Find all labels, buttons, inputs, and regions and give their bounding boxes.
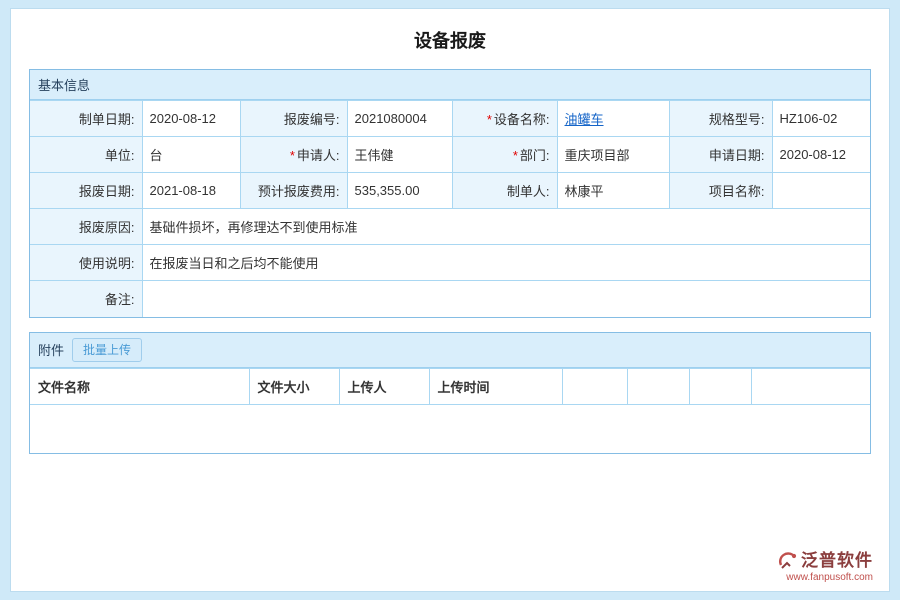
required-asterisk: * bbox=[290, 148, 295, 163]
field-create-date-label: 制单日期: bbox=[30, 101, 142, 137]
basic-info-table: 制单日期: 2020-08-12 报废编号: 2021080004 *设备名称:… bbox=[30, 100, 870, 317]
field-label: 报废原因: bbox=[79, 220, 135, 235]
field-applicant-value: 王伟健 bbox=[347, 137, 452, 173]
attachments-header-row: 文件名称 文件大小 上传人 上传时间 bbox=[30, 368, 870, 404]
field-scrap-date-value: 2021-08-18 bbox=[142, 173, 240, 209]
brand-website-link[interactable]: www.fanpusoft.com bbox=[778, 572, 873, 583]
basic-info-section-header: 基本信息 bbox=[30, 70, 870, 100]
table-row: 单位: 台 *申请人: 王伟健 *部门: 重庆项目部 申请日期: 2020-08… bbox=[30, 137, 870, 173]
field-model-label: 规格型号: bbox=[669, 101, 772, 137]
equipment-name-link[interactable]: 油罐车 bbox=[565, 112, 604, 127]
attachments-section: 附件 批量上传 文件名称 文件大小 上传人 上传时间 bbox=[29, 332, 871, 454]
field-equipment-name-value: 油罐车 bbox=[557, 101, 669, 137]
required-asterisk: * bbox=[513, 148, 518, 163]
field-department-value: 重庆项目部 bbox=[557, 137, 669, 173]
column-header-upload-time: 上传时间 bbox=[429, 368, 562, 404]
batch-upload-button[interactable]: 批量上传 bbox=[72, 338, 142, 362]
field-label: 部门: bbox=[520, 148, 550, 163]
column-header-empty bbox=[751, 368, 870, 404]
field-unit-label: 单位: bbox=[30, 137, 142, 173]
field-label: 报废编号: bbox=[284, 112, 340, 127]
field-label: 项目名称: bbox=[709, 184, 765, 199]
field-unit-value: 台 bbox=[142, 137, 240, 173]
table-row: 报废日期: 2021-08-18 预计报废费用: 535,355.00 制单人:… bbox=[30, 173, 870, 209]
field-model-value: HZ106-02 bbox=[772, 101, 870, 137]
basic-info-section: 基本信息 制单日期: 2020-08-12 报废编号: 2021080004 *… bbox=[29, 69, 871, 318]
attachments-empty-list bbox=[30, 405, 870, 453]
field-department-label: *部门: bbox=[452, 137, 557, 173]
table-row: 备注: bbox=[30, 281, 870, 317]
column-header-empty bbox=[689, 368, 751, 404]
field-project-name-label: 项目名称: bbox=[669, 173, 772, 209]
field-label: 申请人: bbox=[297, 148, 340, 163]
attachments-section-title: 附件 bbox=[38, 340, 64, 359]
main-card: 设备报废 基本信息 制单日期: 2020-08-12 报废编号: 2021080… bbox=[10, 8, 890, 592]
field-remark-value bbox=[142, 281, 870, 317]
field-estimated-cost-value: 535,355.00 bbox=[347, 173, 452, 209]
field-apply-date-label: 申请日期: bbox=[669, 137, 772, 173]
field-label: 制单人: bbox=[507, 184, 550, 199]
footer-brand: 泛普软件 www.fanpusoft.com bbox=[778, 551, 873, 583]
field-usage-note-label: 使用说明: bbox=[30, 245, 142, 281]
field-scrap-no-value: 2021080004 bbox=[347, 101, 452, 137]
field-label: 规格型号: bbox=[709, 112, 765, 127]
table-row: 使用说明: 在报废当日和之后均不能使用 bbox=[30, 245, 870, 281]
field-label: 备注: bbox=[105, 292, 135, 307]
field-applicant-label: *申请人: bbox=[240, 137, 347, 173]
field-creator-value: 林康平 bbox=[557, 173, 669, 209]
table-row: 制单日期: 2020-08-12 报废编号: 2021080004 *设备名称:… bbox=[30, 101, 870, 137]
table-row: 报废原因: 基础件损坏，再修理达不到使用标准 bbox=[30, 209, 870, 245]
field-label: 制单日期: bbox=[79, 112, 135, 127]
field-scrap-no-label: 报废编号: bbox=[240, 101, 347, 137]
brand-row: 泛普软件 bbox=[778, 551, 873, 571]
field-label: 预计报废费用: bbox=[258, 184, 340, 199]
field-usage-note-value: 在报废当日和之后均不能使用 bbox=[142, 245, 870, 281]
field-label: 设备名称: bbox=[494, 112, 550, 127]
field-creator-label: 制单人: bbox=[452, 173, 557, 209]
page-title: 设备报废 bbox=[29, 9, 871, 69]
field-label: 使用说明: bbox=[79, 256, 135, 271]
field-scrap-date-label: 报废日期: bbox=[30, 173, 142, 209]
field-equipment-name-label: *设备名称: bbox=[452, 101, 557, 137]
field-scrap-reason-label: 报废原因: bbox=[30, 209, 142, 245]
column-header-uploader: 上传人 bbox=[339, 368, 429, 404]
field-label: 单位: bbox=[105, 148, 135, 163]
field-label: 申请日期: bbox=[709, 148, 765, 163]
field-apply-date-value: 2020-08-12 bbox=[772, 137, 870, 173]
column-header-empty bbox=[627, 368, 689, 404]
column-header-filename: 文件名称 bbox=[30, 368, 249, 404]
field-remark-label: 备注: bbox=[30, 281, 142, 317]
required-asterisk: * bbox=[487, 112, 492, 127]
attachments-table: 文件名称 文件大小 上传人 上传时间 bbox=[30, 368, 870, 405]
column-header-empty bbox=[562, 368, 627, 404]
field-project-name-value bbox=[772, 173, 870, 209]
field-scrap-reason-value: 基础件损坏，再修理达不到使用标准 bbox=[142, 209, 870, 245]
brand-name: 泛普软件 bbox=[801, 552, 873, 571]
field-create-date-value: 2020-08-12 bbox=[142, 101, 240, 137]
field-estimated-cost-label: 预计报废费用: bbox=[240, 173, 347, 209]
attachments-section-header: 附件 批量上传 bbox=[30, 333, 870, 368]
basic-info-section-title: 基本信息 bbox=[38, 75, 90, 94]
fanpu-logo-icon bbox=[778, 551, 798, 571]
column-header-filesize: 文件大小 bbox=[249, 368, 339, 404]
field-label: 报废日期: bbox=[79, 184, 135, 199]
